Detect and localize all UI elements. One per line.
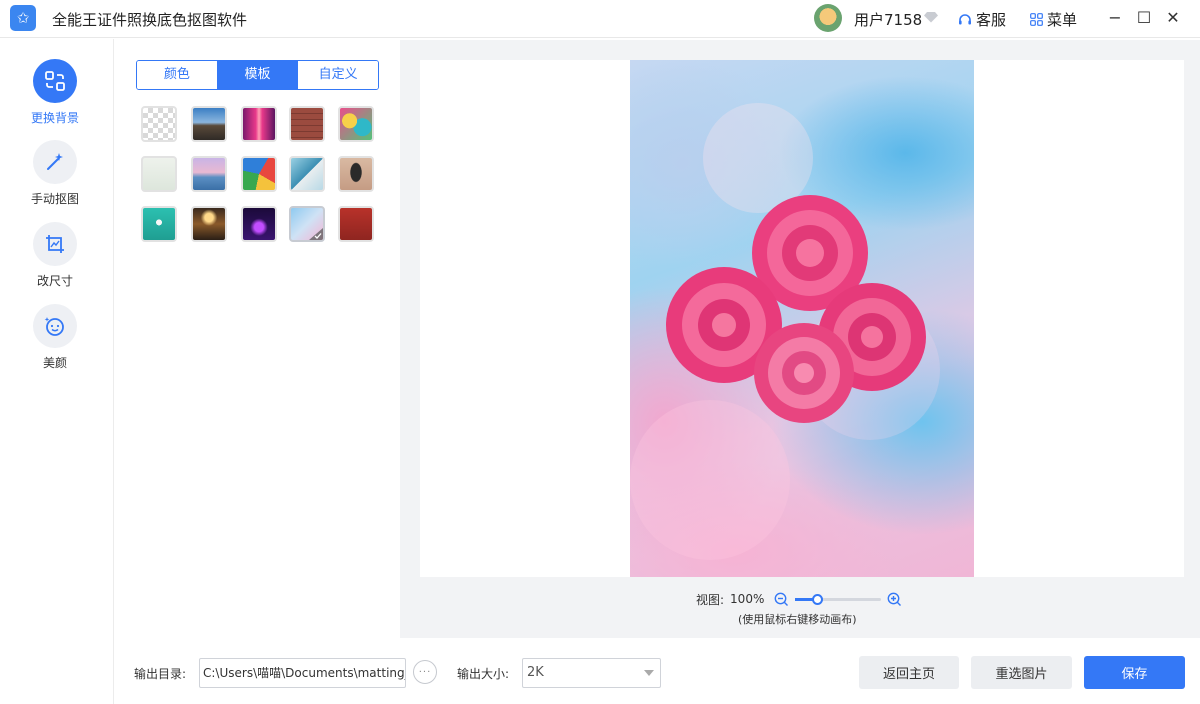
- template-thumbnail-neon-corridor[interactable]: [241, 106, 277, 142]
- tab-template[interactable]: 模板: [217, 61, 299, 89]
- output-size-value: 2K: [527, 665, 544, 680]
- close-button[interactable]: ✕: [1162, 6, 1184, 28]
- sidebar-item-replace-background[interactable]: 更换背景: [0, 59, 110, 126]
- zoom-bar: 视图: 100%: [696, 590, 902, 608]
- save-button[interactable]: 保存: [1084, 656, 1185, 689]
- preview-photo[interactable]: [630, 60, 974, 577]
- template-thumbnail-brick-wall[interactable]: [289, 106, 325, 142]
- customer-service-button[interactable]: 客服: [958, 9, 1006, 30]
- template-thumbnail-sunset-sea[interactable]: [191, 156, 227, 192]
- tab-color[interactable]: 颜色: [137, 61, 218, 89]
- sidebar-item-label: 改尺寸: [36, 274, 73, 288]
- minimize-button[interactable]: −: [1104, 6, 1126, 28]
- zoom-slider-handle[interactable]: [811, 593, 823, 605]
- roses-image: [630, 103, 940, 560]
- selected-check-icon: [309, 228, 323, 240]
- template-thumbnail-road[interactable]: [191, 106, 227, 142]
- app-title: 全能王证件照换底色抠图软件: [52, 11, 248, 29]
- template-thumbnail-white-wall[interactable]: [141, 156, 177, 192]
- user-name[interactable]: 用户7158: [854, 9, 922, 30]
- left-sidebar: 更换背景 手动抠图 改尺寸 美颜: [0, 39, 114, 704]
- template-thumbnail-color-blocks[interactable]: [241, 156, 277, 192]
- zoom-slider[interactable]: [795, 593, 882, 605]
- sidebar-item-manual-cutout[interactable]: 手动抠图: [0, 140, 110, 207]
- chevron-down-icon: [644, 670, 654, 676]
- output-size-select[interactable]: 2K: [522, 658, 661, 688]
- template-thumbnail-red-door[interactable]: [338, 206, 374, 242]
- headset-icon: [959, 13, 971, 24]
- magic-wand-icon: [33, 140, 77, 184]
- replace-background-icon: [33, 59, 77, 103]
- template-thumbnail-beach-waves[interactable]: [289, 156, 325, 192]
- sidebar-item-label: 更换背景: [30, 111, 79, 125]
- beauty-face-icon: [33, 304, 77, 348]
- template-thumbnail-transparent[interactable]: [141, 106, 177, 142]
- sidebar-item-resize[interactable]: 改尺寸: [0, 222, 110, 289]
- sidebar-item-beauty[interactable]: 美颜: [0, 304, 110, 371]
- title-bar: ✩ 全能王证件照换底色抠图软件 用户7158 客服 菜单 − ☐ ✕: [0, 0, 1200, 38]
- user-avatar[interactable]: [814, 4, 842, 32]
- back-home-button[interactable]: 返回主页: [859, 656, 959, 689]
- background-tabs: 颜色 模板 自定义: [136, 60, 379, 90]
- tab-custom[interactable]: 自定义: [298, 61, 378, 89]
- grid-menu-icon: [1030, 13, 1043, 26]
- template-thumbnail-forest-path[interactable]: [191, 206, 227, 242]
- reselect-image-button[interactable]: 重选图片: [971, 656, 1072, 689]
- zoom-in-icon[interactable]: [887, 592, 902, 607]
- output-size-label: 输出大小:: [457, 667, 510, 681]
- zoom-value: 100%: [730, 592, 765, 606]
- menu-button[interactable]: 菜单: [1030, 9, 1077, 30]
- browse-folder-button[interactable]: ···: [413, 660, 437, 684]
- zoom-label: 视图:: [696, 592, 725, 607]
- app-logo-icon: ✩: [10, 5, 36, 31]
- output-dir-field[interactable]: C:\Users\喵喵\Documents\matting_w: [199, 658, 406, 688]
- template-thumbnail-pink-blue-selected[interactable]: [289, 206, 325, 242]
- template-thumbnail-teal-pool[interactable]: [141, 206, 177, 242]
- maximize-button[interactable]: ☐: [1133, 6, 1155, 28]
- sidebar-item-label: 手动抠图: [30, 192, 79, 206]
- template-thumbnail-purple-neon[interactable]: [241, 206, 277, 242]
- output-dir-label: 输出目录:: [134, 667, 187, 681]
- customer-service-label: 客服: [976, 11, 1007, 29]
- sidebar-item-label: 美颜: [42, 356, 67, 370]
- template-thumbnail-color-smoke[interactable]: [338, 106, 374, 142]
- template-thumbnail-beige-studio[interactable]: [338, 156, 374, 192]
- crop-image-icon: [33, 222, 77, 266]
- vip-diamond-icon[interactable]: [924, 11, 938, 23]
- menu-label: 菜单: [1047, 11, 1078, 29]
- zoom-out-icon[interactable]: [774, 592, 789, 607]
- canvas-hint: (使用鼠标右键移动画布): [738, 613, 857, 626]
